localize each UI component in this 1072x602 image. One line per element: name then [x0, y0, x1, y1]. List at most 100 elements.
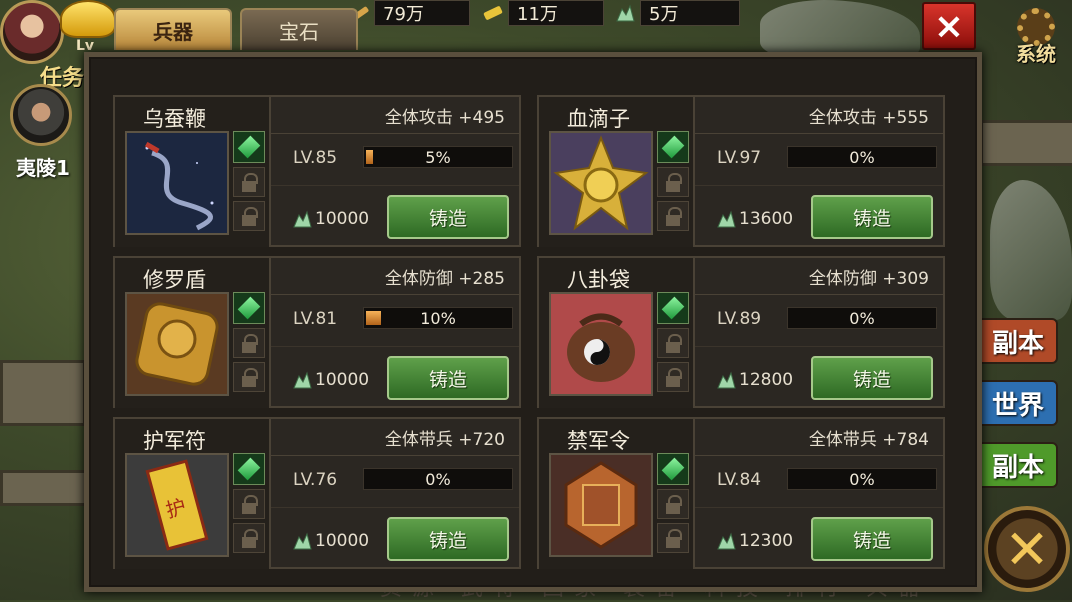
forge-progress-text: 0% — [849, 148, 875, 167]
forge-button[interactable]: 铸造 — [387, 517, 509, 561]
weapon-image[interactable] — [125, 131, 229, 235]
weapon-name-box: 乌蚕鞭 — [115, 97, 271, 247]
background-wall — [0, 360, 86, 426]
lock-icon — [657, 201, 689, 231]
weapon-image[interactable] — [125, 292, 229, 396]
gem-slots — [657, 453, 689, 553]
lock-icon — [233, 489, 265, 519]
gem-slots — [233, 131, 265, 231]
weapon-bonus: 全体带兵 +784 — [808, 430, 929, 450]
weapon-card-3: 修罗盾 全体防御 +285 LV.81 10% 10000 铸造 — [113, 256, 521, 408]
lock-icon — [657, 167, 689, 197]
gem-slot-icon[interactable] — [233, 292, 265, 324]
forge-progress-text: 10% — [420, 309, 456, 328]
divider — [695, 185, 943, 186]
weapon-card-1: 乌蚕鞭 全体攻击 +495 LV.85 5% 10000 铸造 — [113, 95, 521, 247]
weapon-name-box: 禁军令 — [539, 419, 695, 569]
weapon-name: 护军符 — [143, 429, 206, 453]
divider — [271, 507, 519, 508]
weapon-image[interactable]: 护 — [125, 453, 229, 557]
tab-gems[interactable]: 宝石 — [240, 8, 358, 50]
lock-icon — [233, 201, 265, 231]
ore-icon — [293, 371, 312, 389]
general-avatar[interactable] — [10, 84, 72, 146]
weapon-level: LV.81 — [293, 309, 338, 329]
tab-weapons[interactable]: 兵器 — [114, 8, 232, 50]
divider — [271, 185, 519, 186]
weapon-name-box: 修罗盾 — [115, 258, 271, 408]
weapon-level: LV.89 — [717, 309, 762, 329]
divider — [271, 294, 519, 295]
forge-progress-bar: 10% — [363, 307, 513, 329]
divider — [695, 133, 943, 134]
gem-slot-icon[interactable] — [657, 453, 689, 485]
forge-progress-bar: 0% — [787, 307, 937, 329]
forge-progress-bar: 0% — [363, 468, 513, 490]
background-wall — [980, 120, 1072, 166]
close-icon: ✕ — [1004, 517, 1050, 581]
main-close-button[interactable]: ✕ — [984, 506, 1070, 592]
lock-icon — [233, 362, 265, 392]
weapon-name: 八卦袋 — [567, 268, 630, 292]
gem-slot-icon[interactable] — [233, 131, 265, 163]
lock-icon — [657, 362, 689, 392]
weapons-panel: 乌蚕鞭 全体攻击 +495 LV.85 5% 10000 铸造 血滴子 全体攻击… — [84, 52, 982, 592]
forge-cost: 10000 — [315, 531, 370, 551]
forge-cost: 13600 — [739, 209, 794, 229]
forge-button[interactable]: 铸造 — [387, 356, 509, 400]
system-button[interactable]: 系统 — [1000, 8, 1072, 68]
ore-icon — [293, 210, 312, 228]
forge-cost: 12800 — [739, 370, 794, 390]
weapon-card-2: 血滴子 全体攻击 +555 LV.97 0% 13600 铸造 — [537, 95, 945, 247]
weapon-bonus: 全体攻击 +555 — [808, 108, 929, 128]
resource-copper: 79万 — [374, 0, 470, 26]
lock-icon — [657, 489, 689, 519]
gem-slots — [657, 131, 689, 231]
weapon-bonus: 全体攻击 +495 — [384, 108, 505, 128]
gold-ingot-icon — [60, 0, 116, 38]
forge-cost: 10000 — [315, 209, 370, 229]
weapon-image[interactable] — [549, 453, 653, 557]
player-avatar[interactable] — [0, 0, 64, 64]
weapon-bonus: 全体防御 +309 — [808, 269, 929, 289]
divider — [271, 346, 519, 347]
gem-slots — [233, 453, 265, 553]
gem-slots — [233, 292, 265, 392]
weapon-level: LV.76 — [293, 470, 338, 490]
weapon-level: LV.85 — [293, 148, 338, 168]
weapon-level: LV.97 — [717, 148, 762, 168]
gem-slot-icon[interactable] — [233, 453, 265, 485]
weapon-name-box: 八卦袋 — [539, 258, 695, 408]
close-button[interactable]: × — [922, 2, 976, 50]
forge-button[interactable]: 铸造 — [811, 517, 933, 561]
forge-progress-bar: 5% — [363, 146, 513, 168]
gem-slot-icon[interactable] — [657, 292, 689, 324]
lock-icon — [233, 328, 265, 358]
divider — [271, 455, 519, 456]
ore-icon — [293, 532, 312, 550]
forge-button[interactable]: 铸造 — [387, 195, 509, 239]
gem-slot-icon[interactable] — [657, 131, 689, 163]
lock-icon — [657, 328, 689, 358]
weapon-card-6: 禁军令 全体带兵 +784 LV.84 0% 12300 铸造 — [537, 417, 945, 569]
ore-icon — [717, 210, 736, 228]
divider — [695, 455, 943, 456]
forge-progress-text: 0% — [425, 470, 451, 489]
weapon-image[interactable] — [549, 292, 653, 396]
forge-button[interactable]: 铸造 — [811, 356, 933, 400]
ore-icon — [616, 4, 635, 22]
weapon-image[interactable] — [549, 131, 653, 235]
general-name: 夷陵1 — [16, 156, 70, 180]
forge-cost: 12300 — [739, 531, 794, 551]
forge-progress-text: 0% — [849, 470, 875, 489]
lock-icon — [657, 523, 689, 553]
background-mountain — [760, 0, 920, 60]
weapon-level: LV.84 — [717, 470, 762, 490]
weapon-name: 血滴子 — [567, 107, 630, 131]
weapon-name: 修罗盾 — [143, 268, 206, 292]
resource-ore: 5万 — [640, 0, 740, 26]
weapon-bonus: 全体带兵 +720 — [384, 430, 505, 450]
divider — [271, 133, 519, 134]
divider — [695, 294, 943, 295]
forge-button[interactable]: 铸造 — [811, 195, 933, 239]
